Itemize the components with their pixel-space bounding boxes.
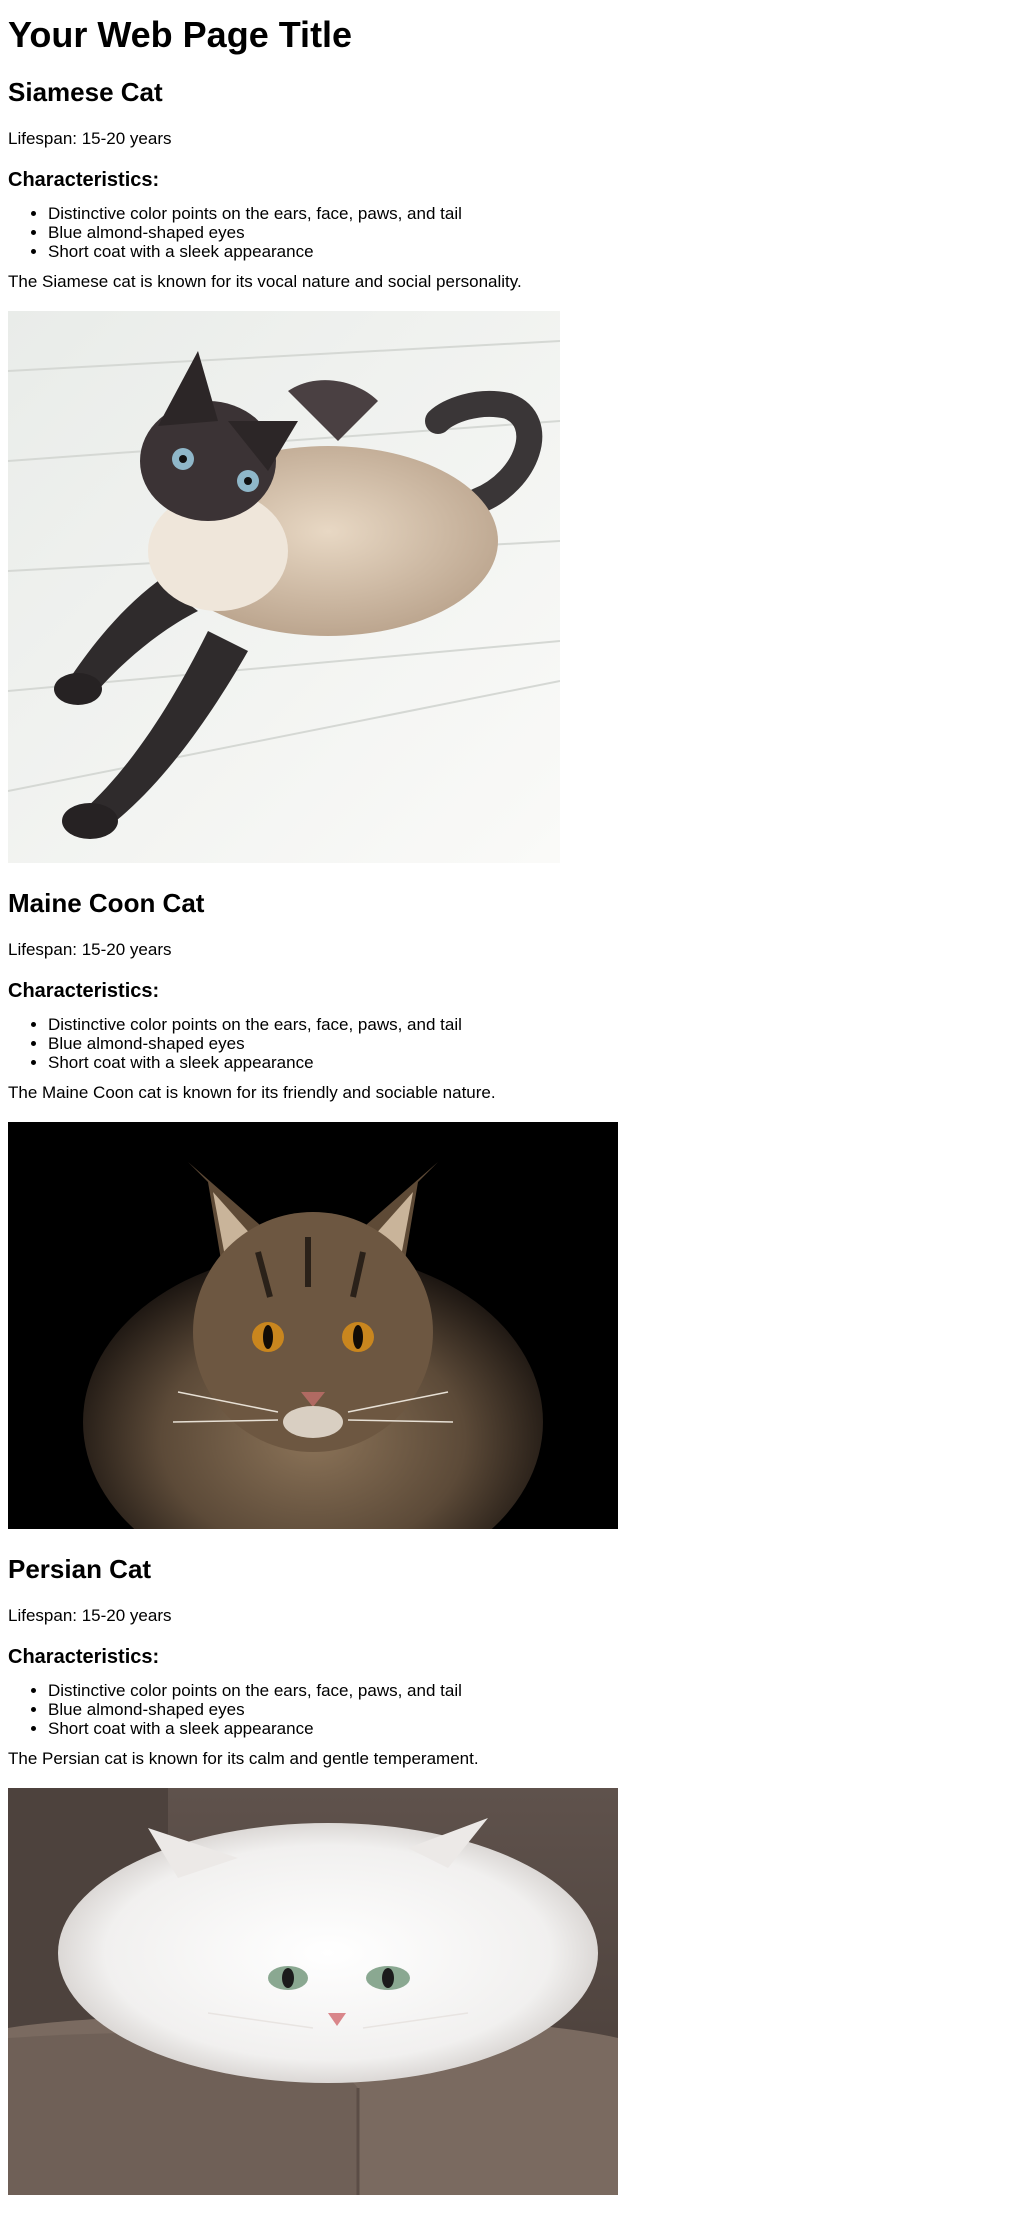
- list-item: Short coat with a sleek appearance: [48, 242, 1016, 261]
- cat-name: Maine Coon Cat: [8, 888, 205, 918]
- list-item: Short coat with a sleek appearance: [48, 1053, 1016, 1072]
- persian-cat-image: [8, 1788, 618, 2195]
- list-item: Distinctive color points on the ears, fa…: [48, 204, 1016, 223]
- list-item: Blue almond-shaped eyes: [48, 1700, 1016, 1719]
- list-item: Distinctive color points on the ears, fa…: [48, 1681, 1016, 1700]
- cat-description: The Siamese cat is known for its vocal n…: [8, 272, 522, 291]
- characteristics-list: Distinctive color points on the ears, fa…: [8, 204, 1016, 261]
- siamese-cat-image: [8, 311, 560, 863]
- cat-description: The Persian cat is known for its calm an…: [8, 1749, 479, 1768]
- characteristics-heading: Characteristics:: [8, 980, 160, 1002]
- cat-lifespan: Lifespan: 15-20 years: [8, 1606, 172, 1625]
- cat-lifespan: Lifespan: 15-20 years: [8, 940, 172, 959]
- page-content: Your Web Page Title Siamese Cat Lifespan…: [0, 14, 1024, 2195]
- cat-section-persian: Persian Cat Lifespan: 15-20 years Charac…: [8, 1553, 1016, 2195]
- list-item: Blue almond-shaped eyes: [48, 223, 1016, 242]
- cat-name: Persian Cat: [8, 1554, 152, 1584]
- cat-lifespan: Lifespan: 15-20 years: [8, 129, 172, 148]
- list-item: Distinctive color points on the ears, fa…: [48, 1015, 1016, 1034]
- characteristics-list: Distinctive color points on the ears, fa…: [8, 1681, 1016, 1738]
- cat-section-siamese: Siamese Cat Lifespan: 15-20 years Charac…: [8, 76, 1016, 863]
- list-item: Short coat with a sleek appearance: [48, 1719, 1016, 1738]
- cat-section-maine-coon: Maine Coon Cat Lifespan: 15-20 years Cha…: [8, 887, 1016, 1529]
- characteristics-list: Distinctive color points on the ears, fa…: [8, 1015, 1016, 1072]
- cat-name: Siamese Cat: [8, 77, 163, 107]
- characteristics-heading: Characteristics:: [8, 1646, 160, 1668]
- list-item: Blue almond-shaped eyes: [48, 1034, 1016, 1053]
- cat-description: The Maine Coon cat is known for its frie…: [8, 1083, 496, 1102]
- maine-coon-cat-image: [8, 1122, 618, 1529]
- characteristics-heading: Characteristics:: [8, 169, 160, 191]
- page-title: Your Web Page Title: [8, 14, 353, 55]
